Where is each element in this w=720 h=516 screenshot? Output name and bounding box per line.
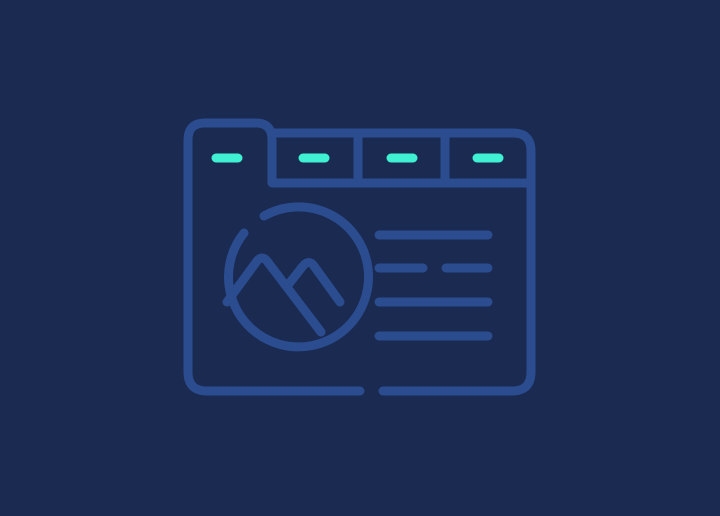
image-placeholder-icon — [222, 202, 374, 352]
illustration-canvas — [0, 0, 720, 516]
window-frame — [183, 118, 536, 396]
web-page-icon — [183, 118, 536, 396]
text-placeholder-block — [374, 230, 493, 341]
